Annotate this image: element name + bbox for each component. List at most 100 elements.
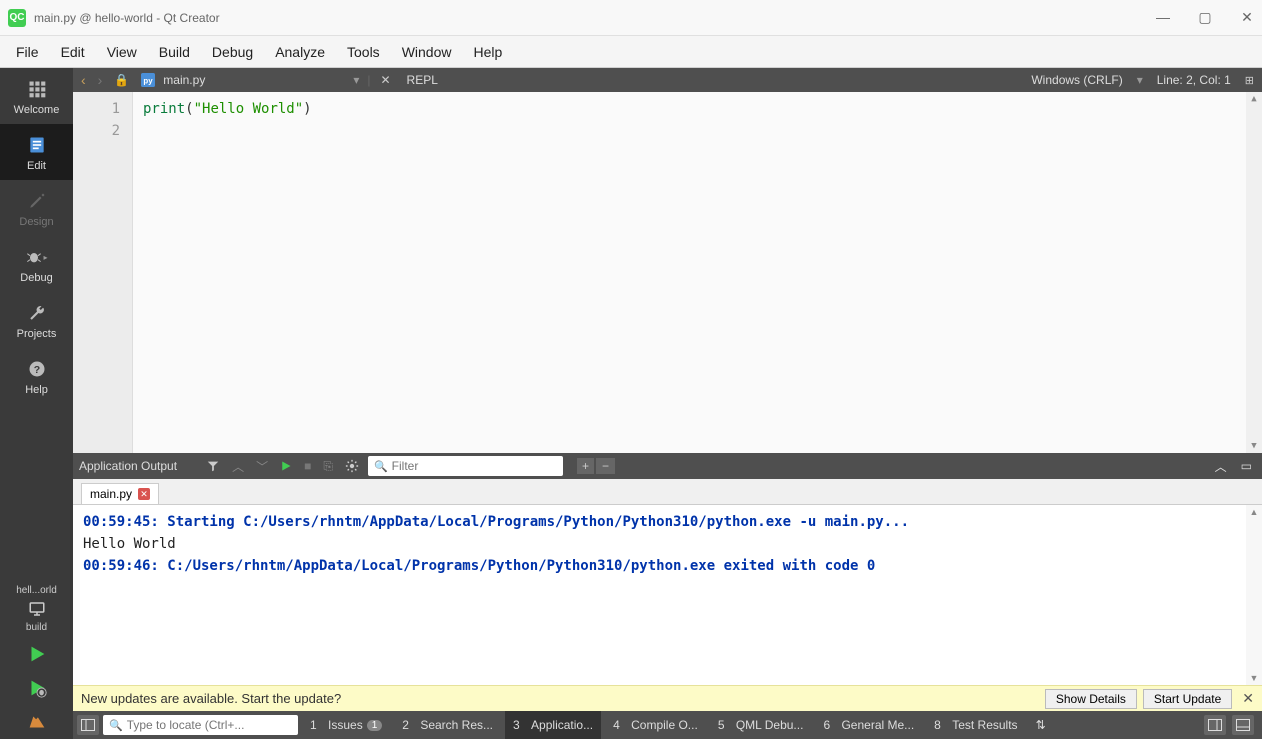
toggle-right-panel-button[interactable] bbox=[1204, 715, 1226, 735]
editor-toolbar: ‹ › 🔒 py main.py ▾ | ✕ REPL Windows (CRL… bbox=[73, 68, 1262, 92]
menu-edit[interactable]: Edit bbox=[51, 40, 95, 64]
dismiss-notification-button[interactable]: ✕ bbox=[1242, 690, 1254, 707]
status-tab-compile[interactable]: 4 Compile O... bbox=[605, 711, 706, 739]
bottom-statusbar: 🔍 1 Issues 1 2 Search Res... 3 Applicati… bbox=[73, 711, 1262, 739]
menu-debug[interactable]: Debug bbox=[202, 40, 263, 64]
rerun-button[interactable] bbox=[277, 460, 295, 472]
sidebar-label: Help bbox=[25, 384, 48, 396]
run-debug-button[interactable] bbox=[0, 671, 73, 705]
sidebar-item-help[interactable]: ? Help bbox=[0, 348, 73, 404]
output-text[interactable]: 00:59:45: Starting C:/Users/rhntm/AppDat… bbox=[73, 505, 1246, 685]
sidebar-item-welcome[interactable]: Welcome bbox=[0, 68, 73, 124]
split-button[interactable]: ⊞ bbox=[1241, 74, 1258, 87]
maximize-button[interactable]: ▢ bbox=[1198, 9, 1212, 26]
lock-icon: 🔒 bbox=[110, 73, 133, 87]
window-title: main.py @ hello-world - Qt Creator bbox=[34, 11, 1156, 25]
locator-input[interactable]: 🔍 bbox=[103, 715, 298, 735]
close-panel-button[interactable]: ▭ bbox=[1237, 459, 1256, 473]
editor-filename[interactable]: main.py bbox=[163, 73, 345, 87]
repl-label[interactable]: REPL bbox=[401, 73, 444, 87]
filter-options-icon[interactable] bbox=[203, 459, 223, 473]
scroll-down-icon[interactable]: ▼ bbox=[1250, 673, 1259, 683]
build-button[interactable] bbox=[0, 705, 73, 739]
nav-back-button[interactable]: ‹ bbox=[77, 72, 90, 88]
zoom-in-button[interactable]: + bbox=[577, 458, 594, 474]
sidebar-label: Debug bbox=[20, 272, 52, 284]
toggle-left-panel-button[interactable] bbox=[77, 715, 99, 735]
menu-view[interactable]: View bbox=[97, 40, 147, 64]
close-window-button[interactable]: ✕ bbox=[1240, 9, 1254, 26]
code-editor[interactable]: 1 2 print("Hello World") ▲ ▼ bbox=[73, 92, 1262, 453]
output-panel-title: Application Output bbox=[79, 459, 197, 473]
status-tab-search[interactable]: 2 Search Res... bbox=[394, 711, 501, 739]
kit-name: hell...orld bbox=[4, 585, 69, 596]
locator-textbox[interactable] bbox=[127, 718, 292, 732]
sidebar-item-projects[interactable]: Projects bbox=[0, 292, 73, 348]
filter-textbox[interactable] bbox=[392, 459, 557, 473]
prev-item-icon[interactable]: ︿ bbox=[229, 458, 247, 475]
line-ending-selector[interactable]: Windows (CRLF) bbox=[1025, 73, 1128, 87]
status-tab-qml[interactable]: 5 QML Debu... bbox=[710, 711, 812, 739]
output-tab-mainpy[interactable]: main.py ✕ bbox=[81, 483, 159, 504]
status-tab-general[interactable]: 6 General Me... bbox=[815, 711, 922, 739]
sidebar-item-edit[interactable]: Edit bbox=[0, 124, 73, 180]
collapse-panel-button[interactable]: ︿ bbox=[1211, 458, 1231, 475]
menu-analyze[interactable]: Analyze bbox=[265, 40, 335, 64]
window-titlebar: QC main.py @ hello-world - Qt Creator — … bbox=[0, 0, 1262, 36]
kill-process-button[interactable]: ✕ bbox=[138, 488, 150, 500]
status-tab-issues[interactable]: 1 Issues 1 bbox=[302, 711, 390, 739]
menu-file[interactable]: File bbox=[6, 40, 49, 64]
nav-forward-button[interactable]: › bbox=[94, 72, 107, 88]
pencil-icon bbox=[26, 190, 48, 212]
sidebar-item-design[interactable]: Design bbox=[0, 180, 73, 236]
attach-button[interactable]: ⎘ bbox=[320, 459, 336, 474]
monitor-icon bbox=[26, 600, 48, 618]
menu-help[interactable]: Help bbox=[463, 40, 512, 64]
minimize-button[interactable]: — bbox=[1156, 9, 1170, 26]
next-item-icon[interactable]: ﹀ bbox=[253, 458, 271, 475]
code-surface[interactable]: print("Hello World") bbox=[133, 92, 1246, 453]
issues-count-badge: 1 bbox=[367, 720, 383, 731]
sort-icon[interactable]: ⇅ bbox=[1030, 718, 1052, 732]
menu-tools[interactable]: Tools bbox=[337, 40, 390, 64]
run-button[interactable] bbox=[0, 637, 73, 671]
settings-icon[interactable] bbox=[342, 459, 362, 473]
search-icon: 🔍 bbox=[109, 719, 123, 732]
kit-selector[interactable]: hell...orld build bbox=[0, 581, 73, 637]
output-panel-header: Application Output ︿ ﹀ ■ ⎘ 🔍 + − bbox=[73, 453, 1262, 479]
grid-icon bbox=[26, 78, 48, 100]
close-file-button[interactable]: ✕ bbox=[374, 73, 396, 87]
menu-window[interactable]: Window bbox=[392, 40, 462, 64]
sidebar-label: Projects bbox=[17, 328, 57, 340]
zoom-out-button[interactable]: − bbox=[596, 458, 615, 474]
notification-message: New updates are available. Start the upd… bbox=[81, 691, 1039, 706]
sidebar-label: Welcome bbox=[14, 104, 60, 116]
file-dropdown[interactable]: ▾ bbox=[349, 73, 363, 87]
python-file-icon: py bbox=[141, 73, 155, 87]
toggle-bottom-panel-button[interactable] bbox=[1232, 715, 1254, 735]
scroll-down-icon[interactable]: ▼ bbox=[1251, 441, 1256, 451]
bug-icon bbox=[26, 246, 48, 268]
stop-button[interactable]: ■ bbox=[301, 459, 314, 473]
mode-sidebar: Welcome Edit Design Debug Projects bbox=[0, 68, 73, 739]
output-scrollbar[interactable]: ▲ ▼ bbox=[1246, 505, 1262, 685]
scroll-up-icon[interactable]: ▲ bbox=[1251, 94, 1256, 104]
start-update-button[interactable]: Start Update bbox=[1143, 689, 1232, 709]
output-filter-input[interactable]: 🔍 bbox=[368, 456, 563, 476]
search-icon: 🔍 bbox=[374, 460, 388, 473]
encoding-dropdown[interactable]: ▾ bbox=[1133, 73, 1147, 87]
document-icon bbox=[26, 134, 48, 156]
show-details-button[interactable]: Show Details bbox=[1045, 689, 1137, 709]
cursor-position[interactable]: Line: 2, Col: 1 bbox=[1151, 73, 1237, 87]
status-tab-tests[interactable]: 8 Test Results bbox=[926, 711, 1025, 739]
status-tab-appoutput[interactable]: 3 Applicatio... bbox=[505, 711, 601, 739]
scroll-up-icon[interactable]: ▲ bbox=[1250, 507, 1259, 517]
sidebar-item-debug[interactable]: Debug bbox=[0, 236, 73, 292]
update-notification: New updates are available. Start the upd… bbox=[73, 685, 1262, 711]
sidebar-label: Design bbox=[19, 216, 53, 228]
vertical-scrollbar[interactable]: ▲ ▼ bbox=[1246, 92, 1262, 453]
menu-build[interactable]: Build bbox=[149, 40, 200, 64]
output-tabs: main.py ✕ bbox=[73, 479, 1262, 505]
svg-text:?: ? bbox=[33, 364, 39, 376]
question-icon: ? bbox=[26, 358, 48, 380]
